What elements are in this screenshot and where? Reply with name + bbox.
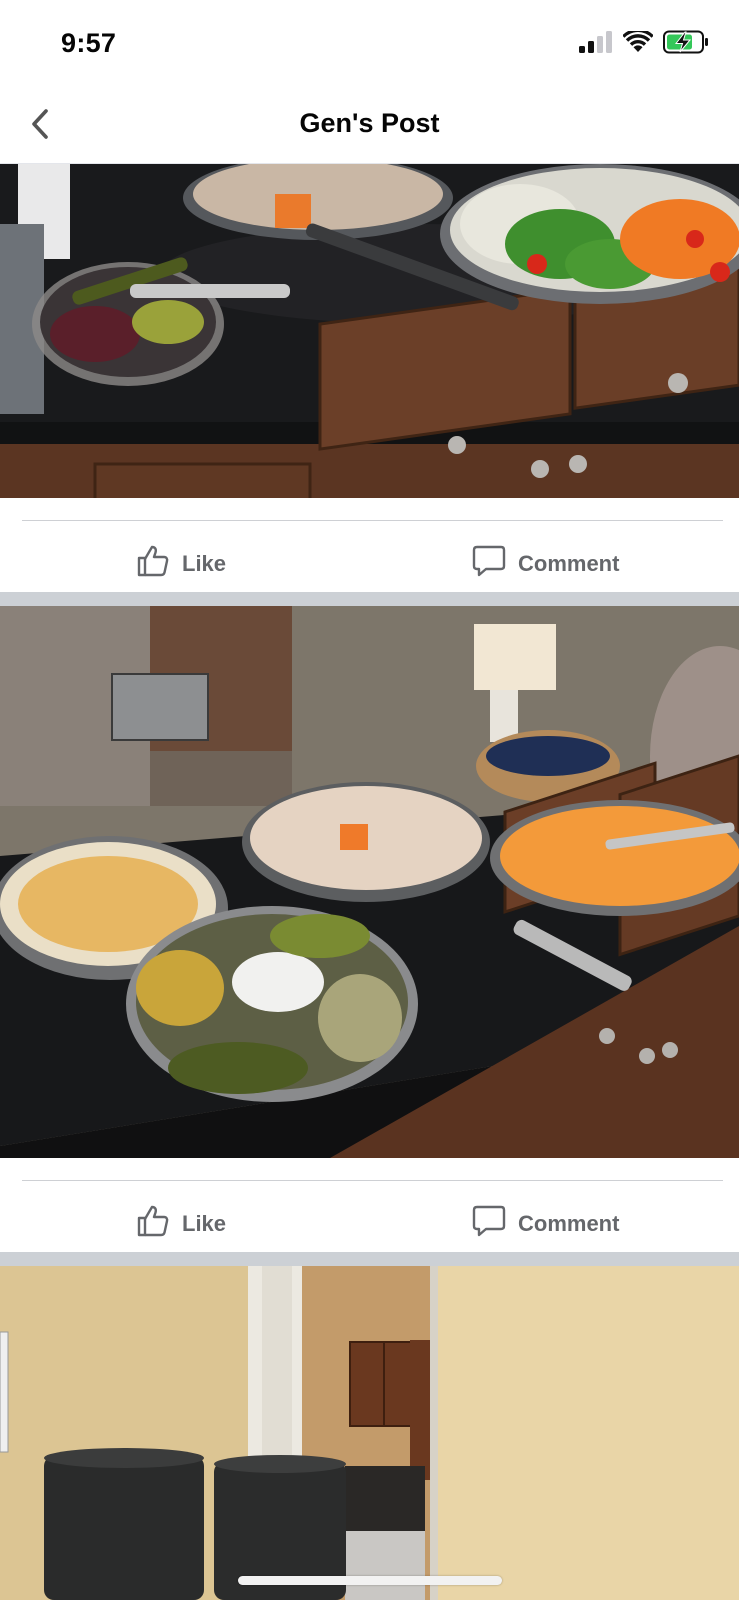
battery-charging-icon	[663, 30, 709, 59]
wifi-icon	[622, 28, 654, 58]
like-button[interactable]: Like	[136, 1202, 226, 1246]
like-label: Like	[182, 1211, 227, 1236]
post-photo-1[interactable]	[0, 164, 739, 498]
cellular-signal-icon	[579, 30, 613, 58]
post-separator	[0, 1252, 739, 1266]
page-title: Gen's Post	[299, 108, 440, 138]
comment-button[interactable]: Comment	[472, 1202, 619, 1246]
home-indicator[interactable]	[238, 1576, 502, 1585]
like-label: Like	[182, 551, 227, 576]
comment-bubble-icon	[472, 544, 506, 584]
like-button[interactable]: Like	[136, 542, 226, 586]
post-photo-3[interactable]	[0, 1266, 739, 1600]
divider	[22, 1180, 723, 1181]
post-photo-2[interactable]	[0, 606, 739, 1158]
thumbs-up-icon	[136, 544, 170, 584]
status-icons	[579, 28, 709, 59]
comment-label: Comment	[518, 551, 620, 576]
divider	[22, 520, 723, 521]
comment-label: Comment	[518, 1211, 620, 1236]
comment-button[interactable]: Comment	[472, 542, 619, 586]
status-time: 9:57	[61, 28, 117, 58]
comment-bubble-icon	[472, 1204, 506, 1244]
post-separator	[0, 592, 739, 606]
thumbs-up-icon	[136, 1204, 170, 1244]
status-bar: 9:57	[0, 0, 739, 88]
post-header: Gen's Post	[0, 88, 739, 164]
